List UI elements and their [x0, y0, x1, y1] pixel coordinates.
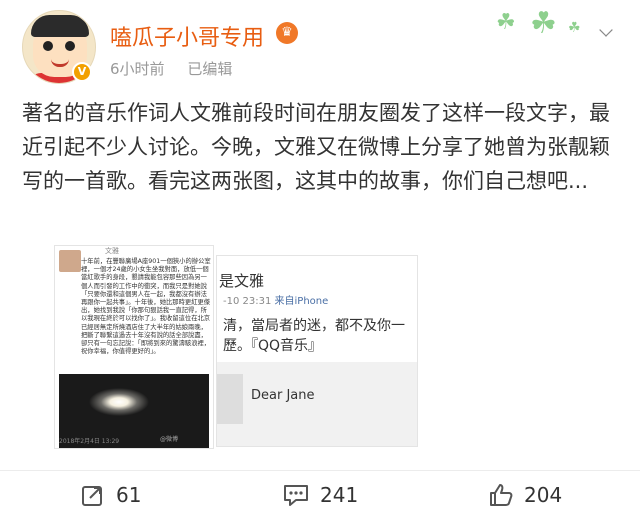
repost-button[interactable]: 61	[80, 478, 141, 512]
image-left-date: 2018年2月4日 13:29	[59, 438, 120, 445]
avatar-eye-left	[43, 41, 53, 51]
post-time: 6小时前	[110, 60, 165, 78]
post-meta: 6小时前 已编辑	[110, 58, 232, 79]
image-right-time: -10 23:31 来自iPhone	[223, 292, 328, 307]
post-text: 著名的音乐作词人文雅前段时间在朋友圈发了这样一段文字，最近引起不少人讨论。今晚，…	[22, 101, 610, 193]
like-count: 204	[524, 483, 563, 507]
clover-decoration-icon: ☘ ☘ ☘	[478, 6, 588, 46]
clover-icon: ☘	[496, 10, 516, 35]
post-image-right[interactable]: 是文雅 -10 23:31 来自iPhone 清，當局者的迷，都不及你一歷。『Q…	[216, 255, 418, 447]
song-title: Dear Jane	[251, 388, 315, 403]
image-right-quote: 清，當局者的迷，都不及你一歷。『QQ音乐』	[223, 318, 405, 354]
image-right-name: 是文雅	[219, 272, 265, 290]
crown-icon[interactable]: ♛	[276, 22, 298, 44]
clover-icon: ☘	[568, 20, 581, 36]
footer-divider	[0, 470, 640, 471]
comment-icon	[284, 485, 308, 506]
clover-icon: ☘	[530, 6, 557, 41]
repost-count: 61	[116, 483, 142, 507]
image-avatar	[59, 250, 81, 272]
thumbs-up-icon	[490, 484, 513, 506]
avatar-hair	[31, 15, 89, 37]
music-cover	[217, 374, 243, 424]
image-watermark: @微博	[160, 436, 179, 443]
username[interactable]: 嗑瓜子小哥专用	[110, 20, 264, 52]
avatar-eye-right	[65, 41, 75, 51]
chevron-down-icon[interactable]	[598, 22, 614, 34]
comment-button[interactable]: 241	[282, 478, 358, 512]
comment-count: 241	[320, 483, 359, 507]
image-right-timestamp: -10 23:31	[223, 296, 272, 307]
post-image-left[interactable]: 文雅 十年前，在豐聯廣場A座901一個狹小的辦公室裡，一個才24歲的小女生坐我對…	[54, 245, 214, 449]
verified-badge-icon: V	[72, 62, 92, 82]
post-header: V 嗑瓜子小哥专用 ♛ 6小时前 已编辑 ☘ ☘ ☘	[0, 0, 640, 92]
edited-label[interactable]: 已编辑	[187, 60, 232, 78]
image-left-name: 文雅	[105, 247, 119, 255]
music-card: Dear Jane	[217, 362, 417, 446]
repost-icon	[82, 486, 102, 506]
image-right-source: 来自iPhone	[274, 296, 329, 307]
image-left-body: 十年前，在豐聯廣場A座901一個狹小的辦公室裡，一個才24歲的小女生坐我對面，放…	[81, 258, 211, 356]
like-button[interactable]: 204	[488, 478, 562, 512]
